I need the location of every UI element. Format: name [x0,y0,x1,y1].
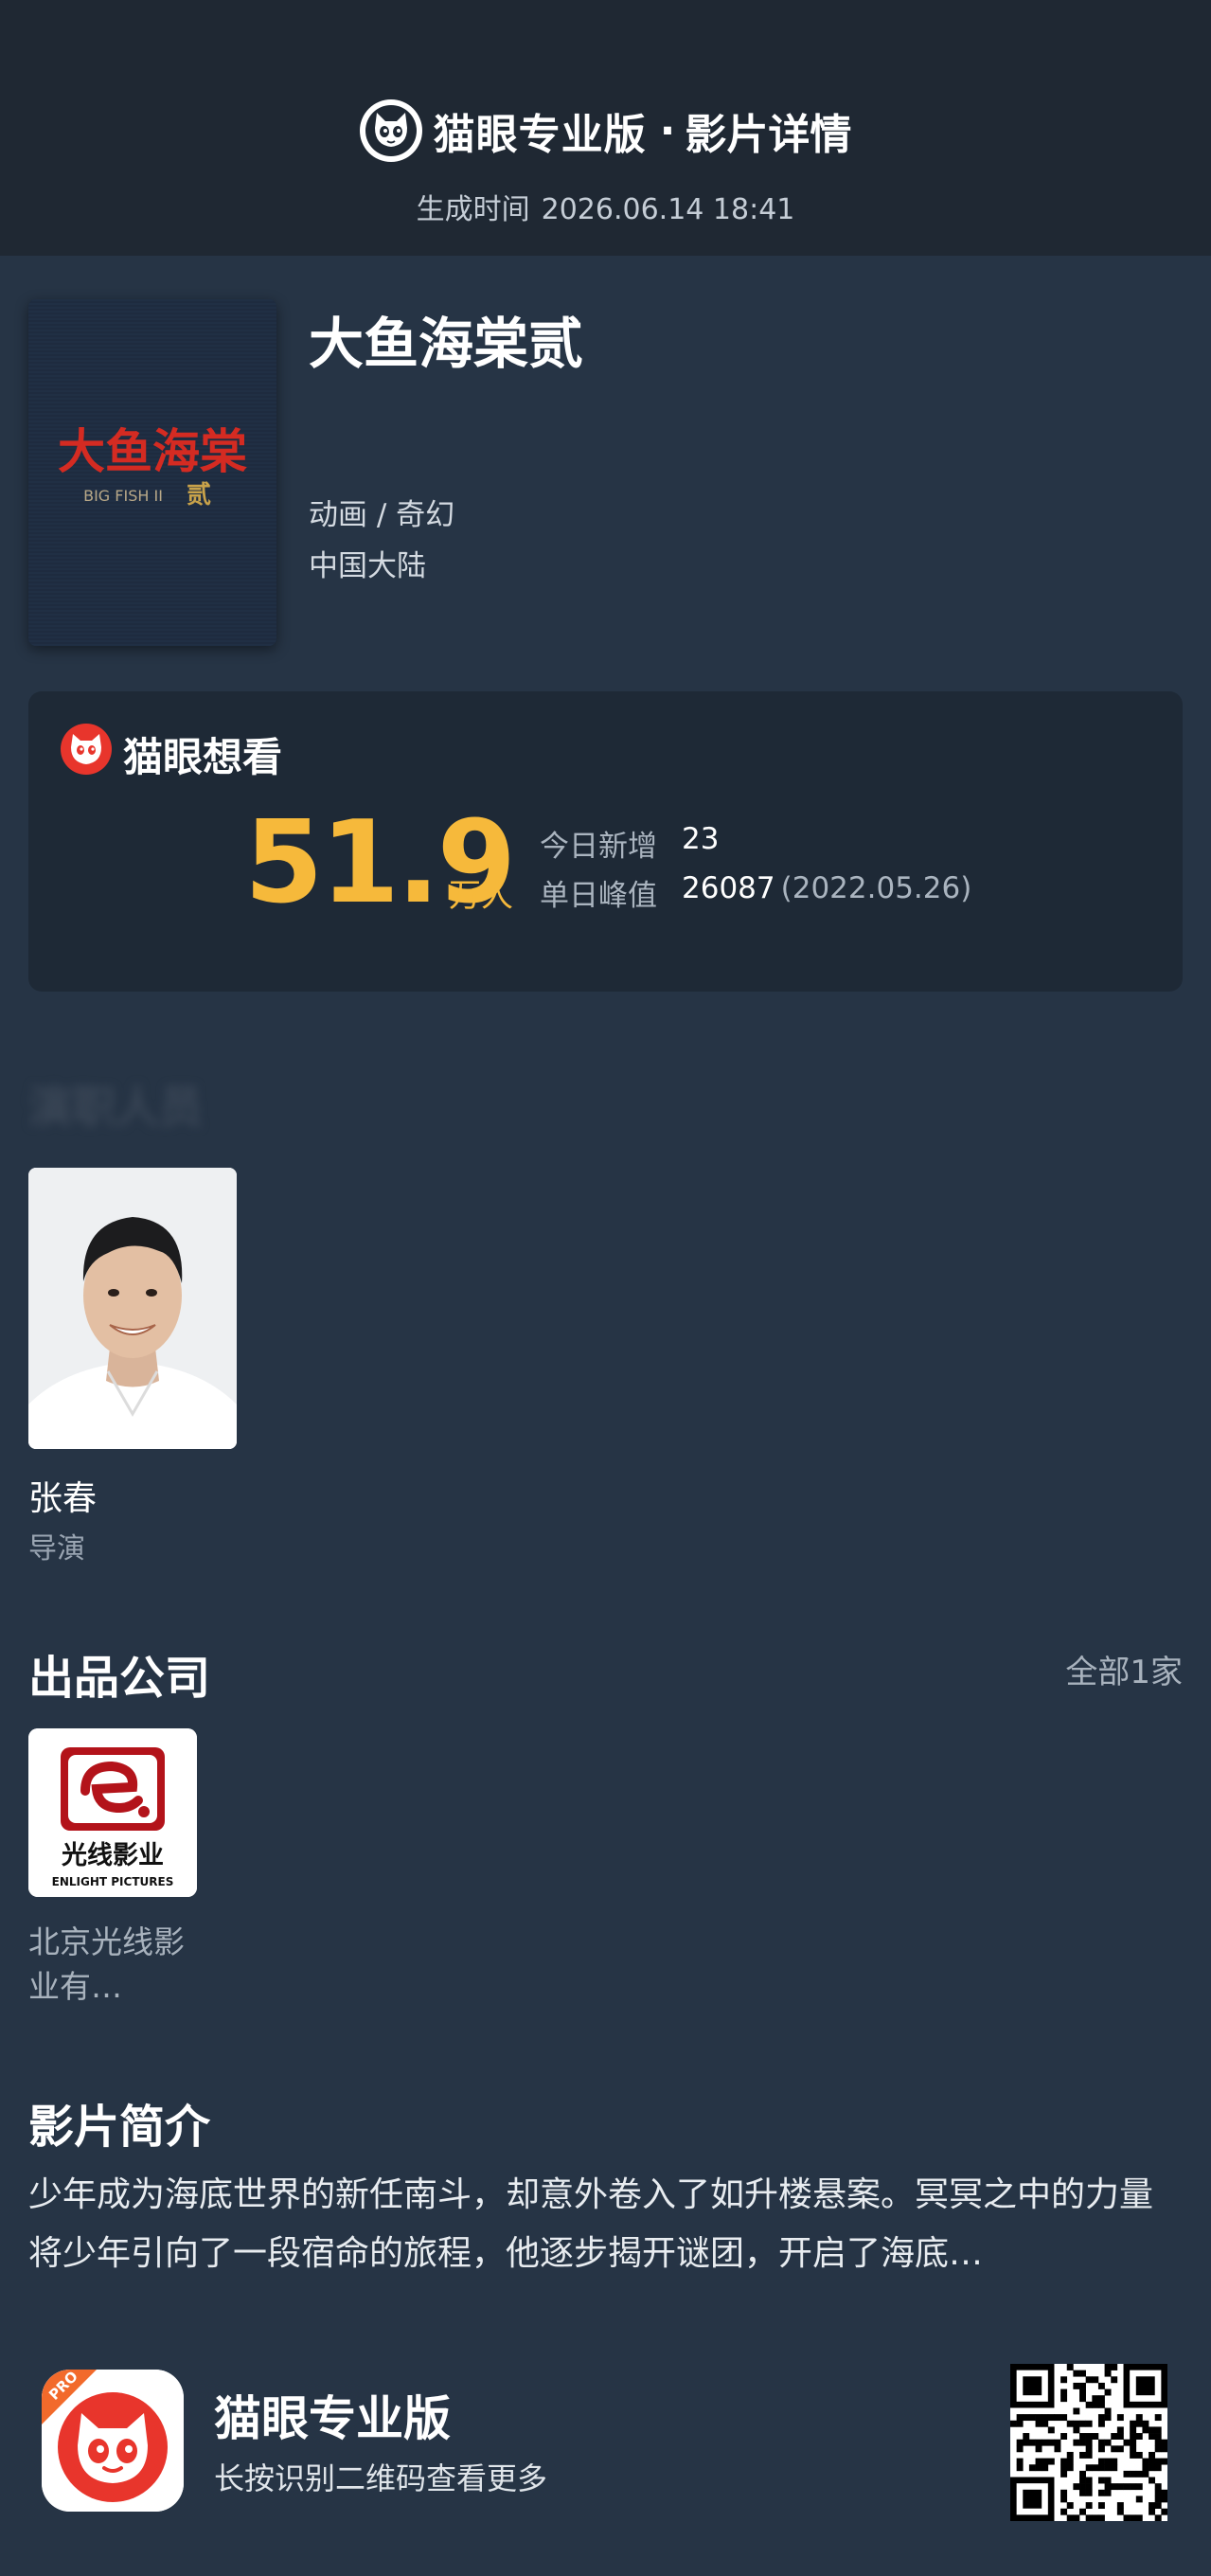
maoyan-pro-app-icon: PRO [42,2370,184,2512]
page-header: 猫眼专业版 · 影片详情 生成时间 2026.06.14 18:41 [0,0,1211,256]
movie-region: 中国大陆 [309,549,426,583]
synopsis-section-title: 影片简介 [28,2101,211,2154]
poster-title-text: 大鱼海棠 [58,423,247,479]
generated-time-value: 2026.06.14 18:41 [541,193,795,226]
footer-app-name: 猫眼专业版 [214,2391,451,2446]
want-to-see-unit: 万人 [449,877,513,915]
company-name[interactable]: 北京光线影业有… [28,1920,199,2009]
header-page-name: 影片详情 [685,111,852,159]
avatar [28,1168,237,1449]
daily-peak-label: 单日峰值 [540,879,657,913]
daily-peak-value: 26087 [682,871,775,905]
movie-genre: 动画 / 奇幻 [309,498,455,532]
poster-art: 大鱼海棠 BIG FISH II 贰 [28,299,276,646]
movie-title: 大鱼海棠贰 [309,312,584,376]
cast-member-photo[interactable] [28,1168,237,1449]
enlight-logo-en: ENLIGHT PICTURES [52,1875,174,1888]
cast-member-role: 导演 [28,1532,85,1565]
maoyan-cat-logo-icon [359,99,422,162]
today-new-value: 23 [682,822,720,856]
header-separator: · [659,106,676,155]
maoyan-cat-red-icon [61,724,112,775]
qr-code[interactable] [1010,2364,1168,2522]
generated-time: 生成时间 2026.06.14 18:41 [0,186,1211,227]
header-app-name: 猫眼专业版 [433,111,647,159]
daily-peak-date: (2022.05.26) [780,871,972,905]
companies-view-all-link[interactable]: 全部1家 [1065,1646,1183,1692]
poster-sub-text: BIG FISH II [83,487,163,505]
enlight-logo[interactable]: 光线影业 ENLIGHT PICTURES [28,1728,197,1897]
enlight-logo-cn: 光线影业 [61,1841,164,1870]
today-new-label: 今日新增 [540,830,657,864]
want-to-see-card[interactable]: 猫眼想看 51.9 万人 今日新增 23 单日峰值 26087 (2022.05.… [28,691,1183,992]
want-to-see-label: 猫眼想看 [123,734,283,780]
daily-peak-row: 26087 (2022.05.26) [682,871,971,905]
footer-tagline: 长按识别二维码查看更多 [214,2460,548,2496]
synopsis-text[interactable]: 少年成为海底世界的新任南斗，却意外卷入了如升楼悬案。冥冥之中的力量将少年引向了一… [28,2166,1185,2283]
cast-section-title: 演职人员 [28,1082,203,1133]
generated-time-label: 生成时间 [416,193,530,226]
header-title-row: 猫眼专业版 · 影片详情 [0,99,1211,162]
poster-mark-text: 贰 [187,481,211,510]
cast-member-name[interactable]: 张春 [28,1471,97,1520]
companies-section-title: 出品公司 [28,1652,211,1705]
movie-poster[interactable]: 大鱼海棠 BIG FISH II 贰 [28,299,276,646]
